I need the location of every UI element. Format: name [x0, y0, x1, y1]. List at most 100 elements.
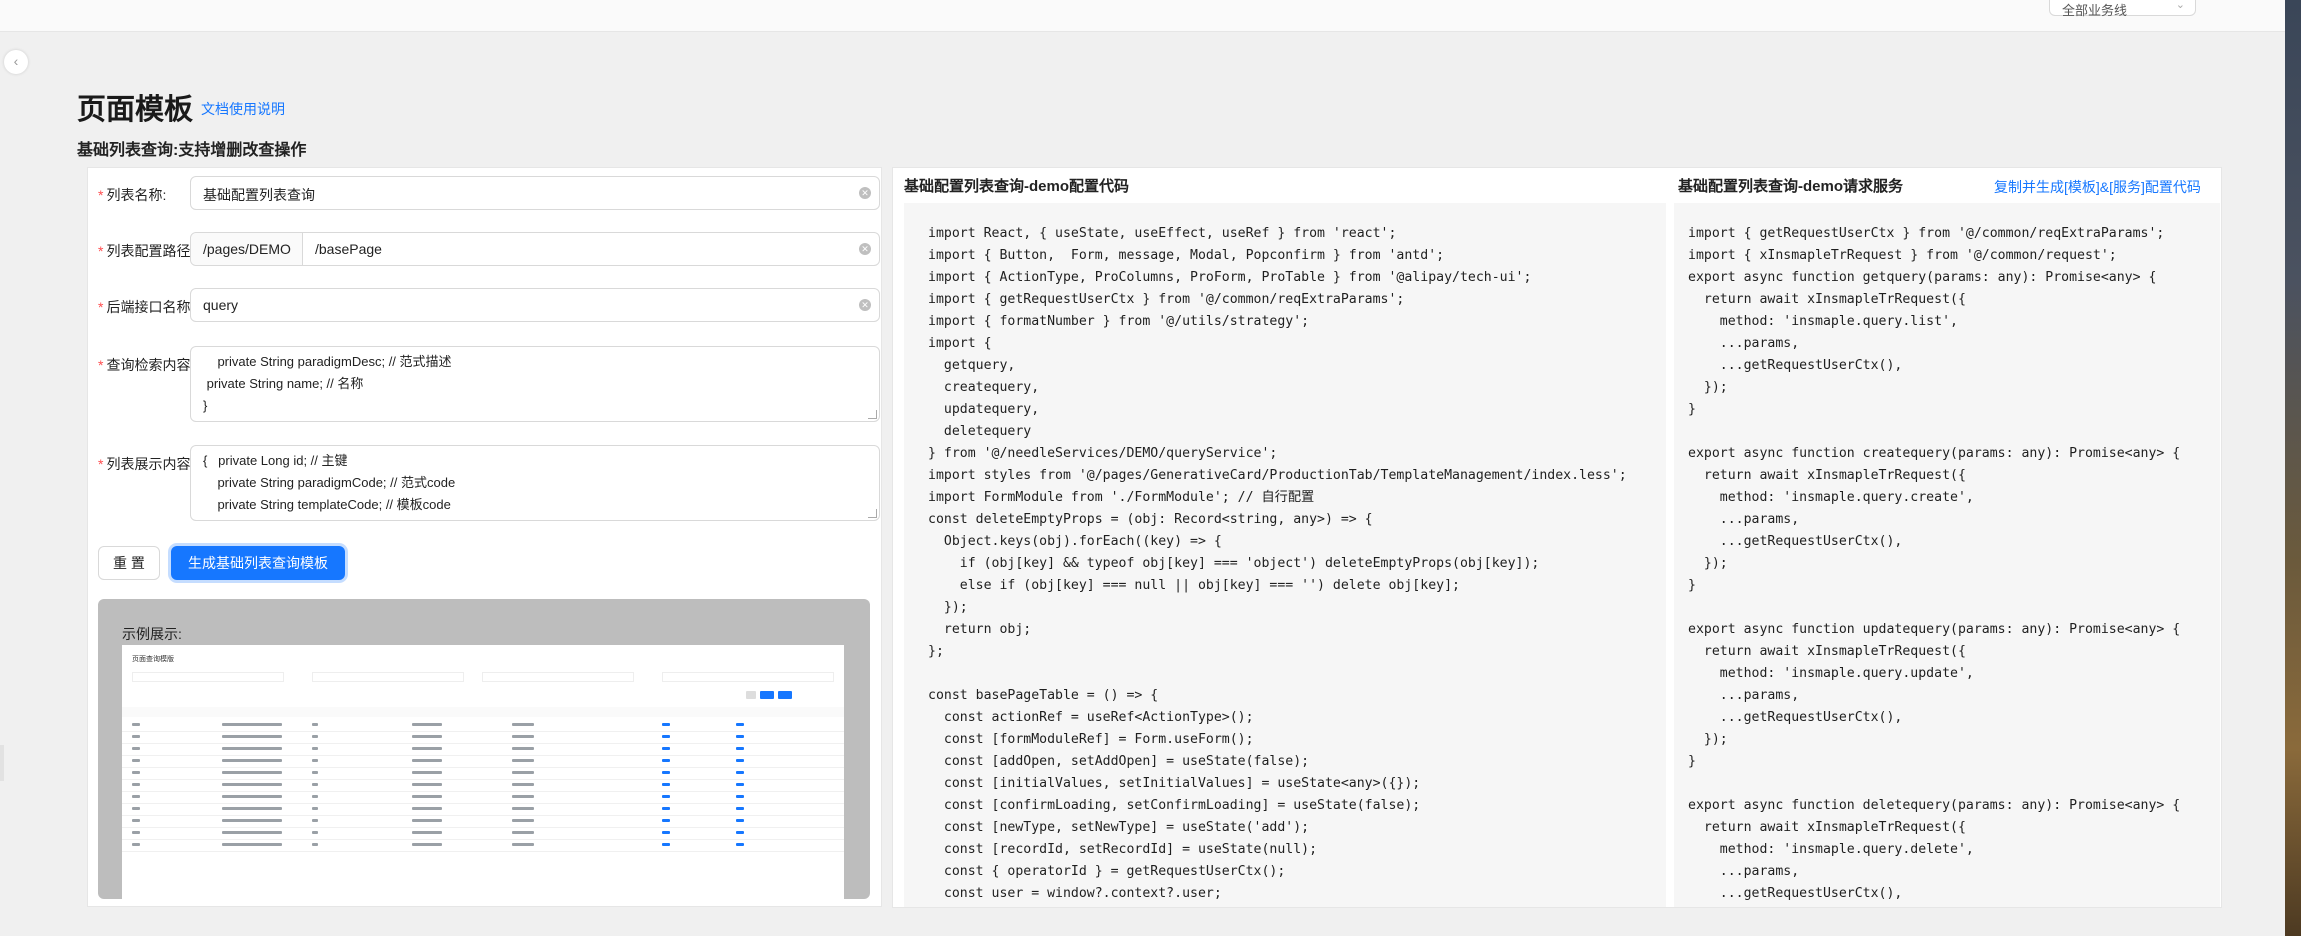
- close-circle-icon[interactable]: ✕: [859, 243, 871, 255]
- example-table-row: [122, 851, 844, 852]
- example-table-row: [122, 839, 844, 840]
- code-line: return await xInsmapleTrRequest({: [1688, 644, 1966, 659]
- example-table-cell: [312, 843, 318, 846]
- reset-button[interactable]: 重 置: [98, 546, 160, 580]
- example-table-cell: [222, 843, 282, 846]
- close-circle-icon[interactable]: ✕: [859, 187, 871, 199]
- resize-handle[interactable]: [868, 509, 877, 518]
- code-line: Object.keys(obj).forEach((key) => {: [928, 534, 1222, 549]
- example-table-cell: [312, 831, 318, 834]
- list-path-row: * 列表配置路径: /pages/DEMO /basePage ✕: [98, 232, 880, 266]
- example-row-action: [662, 831, 670, 834]
- doc-usage-link[interactable]: 文档使用说明: [201, 99, 285, 119]
- query-content-textarea[interactable]: private String paradigmDesc; // 范式描述 pri…: [190, 346, 880, 422]
- example-table-cell: [132, 735, 140, 738]
- resize-handle[interactable]: [868, 410, 877, 419]
- example-table-cell: [512, 843, 534, 846]
- example-table-cell: [132, 831, 140, 834]
- example-table-cell: [222, 783, 282, 786]
- code-line: };: [928, 644, 944, 659]
- query-content-line: }: [203, 398, 208, 413]
- code-line: ...getRequestUserCtx(),: [1688, 358, 1903, 373]
- example-row-action: [736, 723, 744, 726]
- code-panel: 基础配置列表查询-demo配置代码 基础配置列表查询-demo请求服务 复制并生…: [892, 167, 2222, 908]
- example-table-cell: [412, 771, 442, 774]
- code-line: });: [1688, 732, 1728, 747]
- example-table-cell: [222, 807, 282, 810]
- code-line: ...params,: [1688, 512, 1800, 527]
- chevron-down-icon: ⌄: [2175, 0, 2185, 11]
- example-row-action: [662, 795, 670, 798]
- code-line: import FormModule from './FormModule'; /…: [928, 490, 1315, 505]
- template-form-panel: * 列表名称: 基础配置列表查询 ✕ * 列表配置路径: /pages/DEMO /…: [87, 167, 882, 907]
- code-line: const [initialValues, setInitialValues] …: [928, 776, 1421, 791]
- example-row-action: [662, 819, 670, 822]
- copy-generate-link[interactable]: 复制并生成[模板]&[服务]配置代码: [1994, 177, 2201, 197]
- example-row-action: [736, 843, 744, 846]
- code-line: export async function deletequery(params…: [1688, 798, 2181, 813]
- example-table-cell: [132, 807, 140, 810]
- example-table-cell: [512, 795, 534, 798]
- business-line-select[interactable]: 全部业务线 ⌄: [2049, 0, 2196, 18]
- code-line: ...params,: [1688, 336, 1800, 351]
- example-table-cell: [412, 747, 442, 750]
- example-table-cell: [132, 723, 140, 726]
- code-line: const [formModuleRef] = Form.useForm();: [928, 732, 1254, 747]
- example-table-cell: [512, 747, 534, 750]
- api-name-row: * 后端接口名称: query ✕: [98, 288, 880, 322]
- display-content-row: * 列表展示内容: { private Long id; // 主键 privat…: [98, 445, 880, 521]
- example-table-row: [122, 815, 844, 816]
- example-table-cell: [312, 747, 318, 750]
- code-line: const [recordId, setRecordId] = useState…: [928, 842, 1318, 857]
- chevron-left-icon[interactable]: ‹: [4, 50, 28, 74]
- example-row-action: [662, 747, 670, 750]
- example-table-cell: [222, 759, 282, 762]
- example-table-cell: [512, 723, 534, 726]
- example-table-cell: [312, 723, 318, 726]
- service-code-block[interactable]: import { getRequestUserCtx } from '@/com…: [1674, 203, 2220, 907]
- code-line: updatequery,: [928, 402, 1040, 417]
- display-content-textarea[interactable]: { private Long id; // 主键 private String …: [190, 445, 880, 521]
- example-table-cell: [222, 723, 282, 726]
- code-line: return obj;: [928, 622, 1032, 637]
- section-subtitle: 基础列表查询:支持增删改查操作: [77, 142, 307, 159]
- example-row-action: [736, 819, 744, 822]
- code-line: import styles from '@/pages/GenerativeCa…: [928, 468, 1627, 483]
- example-page-title: 页面查询模版: [132, 656, 174, 663]
- code-line: const actionRef = useRef<ActionType>();: [928, 710, 1254, 725]
- example-table-cell: [222, 771, 282, 774]
- example-table-cell: [412, 807, 442, 810]
- close-circle-icon[interactable]: ✕: [859, 299, 871, 311]
- example-table-cell: [222, 819, 282, 822]
- code-line: const [newType, setNewType] = useState('…: [928, 820, 1310, 835]
- example-table-cell: [312, 807, 318, 810]
- example-table-cell: [412, 759, 442, 762]
- example-button: [746, 691, 756, 699]
- list-path-input[interactable]: /pages/DEMO /basePage ✕: [190, 232, 880, 266]
- example-table-cell: [412, 723, 442, 726]
- display-content-line: private String paradigmCode; // 范式code: [203, 475, 456, 490]
- example-table-cell: [512, 783, 534, 786]
- code-line: import { getRequestUserCtx } from '@/com…: [928, 292, 1405, 307]
- example-table-cell: [222, 735, 282, 738]
- api-name-input[interactable]: query ✕: [190, 288, 880, 322]
- example-table-cell: [412, 819, 442, 822]
- code-line: ...getRequestUserCtx(),: [1688, 886, 1903, 901]
- example-table-row: [122, 827, 844, 828]
- code-line: ...getRequestUserCtx(),: [1688, 710, 1903, 725]
- example-row-action: [736, 783, 744, 786]
- example-table-cell: [132, 819, 140, 822]
- example-table-cell: [512, 807, 534, 810]
- display-content-label: * 列表展示内容:: [98, 456, 195, 472]
- example-table-cell: [132, 759, 140, 762]
- top-bar: 全部业务线 ⌄: [0, 0, 2285, 32]
- code-line: if (obj[key] && typeof obj[key] === 'obj…: [928, 556, 1540, 571]
- code-line: ...params,: [1688, 688, 1800, 703]
- demo-code-block[interactable]: import React, { useState, useEffect, use…: [904, 203, 1666, 907]
- sidebar-edge: [0, 745, 4, 781]
- example-table-cell: [412, 735, 442, 738]
- list-name-input[interactable]: 基础配置列表查询 ✕: [190, 176, 880, 210]
- generate-template-button[interactable]: 生成基础列表查询模板: [171, 546, 345, 580]
- display-content-line: private String templateCode; // 模板code: [203, 497, 451, 512]
- example-table-cell: [412, 783, 442, 786]
